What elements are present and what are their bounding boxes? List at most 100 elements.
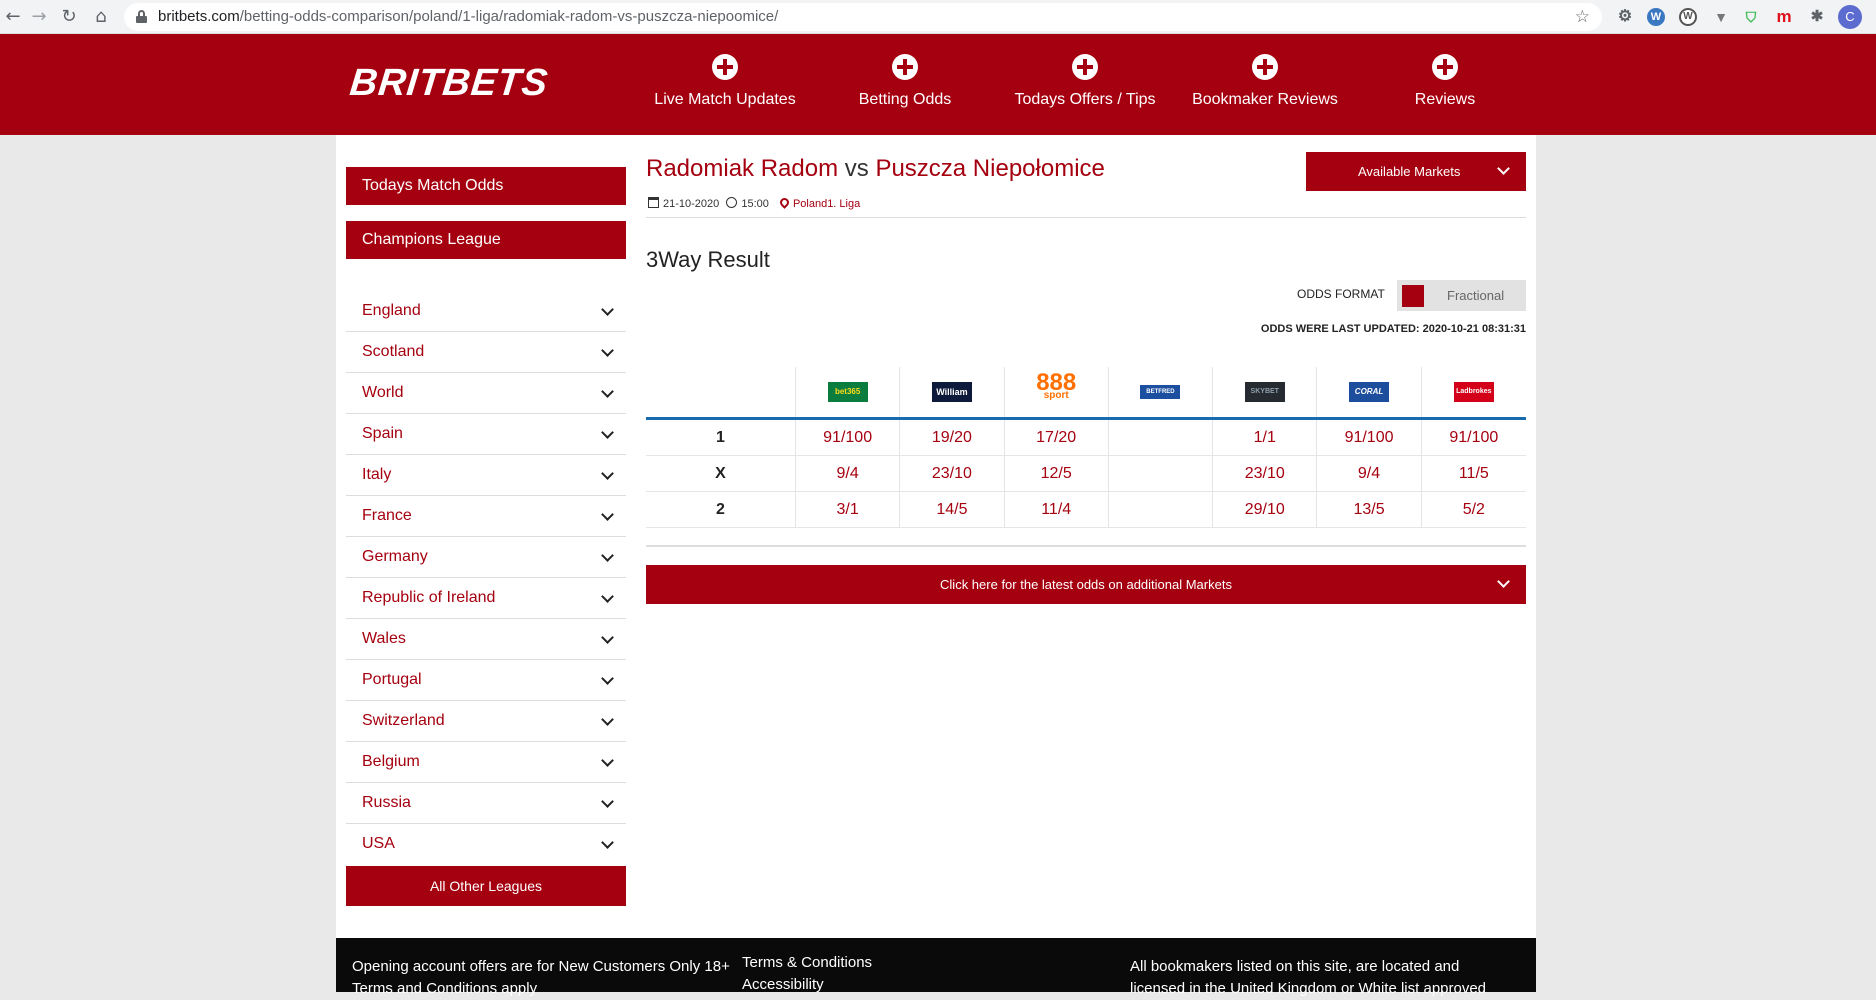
odds-cell[interactable]: 14/5 bbox=[900, 492, 1005, 527]
footer-text: licensed in the United Kingdom or White … bbox=[1130, 980, 1487, 997]
bookmaker-888sport[interactable]: 888 sport bbox=[1005, 367, 1109, 417]
odds-row: 1 91/100 19/20 17/20 1/1 91/100 91/100 bbox=[646, 420, 1526, 456]
additional-markets-button[interactable]: Click here for the latest odds on additi… bbox=[646, 565, 1526, 604]
away-team-link[interactable]: Puszcza Niepołomice bbox=[875, 155, 1104, 182]
odds-cell[interactable]: 19/20 bbox=[900, 420, 1005, 455]
nav-todays-offers[interactable]: Todays Offers / Tips bbox=[995, 54, 1175, 109]
nav-label: Bookmaker Reviews bbox=[1192, 91, 1338, 108]
plus-circle-icon bbox=[712, 54, 738, 80]
outcome-label: 2 bbox=[646, 492, 796, 527]
sidebar-item-england[interactable]: England bbox=[346, 291, 626, 332]
outcome-label: X bbox=[646, 456, 796, 491]
site-logo[interactable]: BRITBETS bbox=[348, 62, 550, 105]
home-icon[interactable]: ⌂ bbox=[88, 4, 114, 30]
odds-cell[interactable]: 13/5 bbox=[1317, 492, 1422, 527]
odds-cell[interactable] bbox=[1109, 420, 1214, 455]
chevron-down-icon bbox=[601, 426, 614, 439]
bookmaker-ladbrokes[interactable]: Ladbrokes bbox=[1422, 367, 1526, 417]
league-label: Russia bbox=[362, 794, 411, 811]
odds-format-toggle[interactable]: Fractional bbox=[1397, 280, 1526, 311]
odds-cell[interactable]: 91/100 bbox=[796, 420, 901, 455]
odds-cell[interactable]: 17/20 bbox=[1005, 420, 1109, 455]
chevron-down-icon bbox=[601, 672, 614, 685]
league-label: France bbox=[362, 507, 412, 524]
terms-link[interactable]: Terms & Conditions bbox=[742, 952, 872, 974]
league-label: Italy bbox=[362, 466, 392, 483]
odds-table: bet365 William HILL 888 sport BETFRED SKY… bbox=[646, 367, 1526, 528]
address-bar[interactable]: britbets.com/betting-odds-comparison/pol… bbox=[124, 3, 1602, 31]
odds-cell[interactable]: 23/10 bbox=[900, 456, 1005, 491]
sidebar-item-france[interactable]: France bbox=[346, 496, 626, 537]
sidebar-item-belgium[interactable]: Belgium bbox=[346, 742, 626, 783]
site-header: BRITBETS Live Match Updates Betting Odds… bbox=[0, 34, 1876, 135]
match-location[interactable]: Poland1. Liga bbox=[793, 198, 860, 210]
available-markets-dropdown[interactable]: Available Markets bbox=[1306, 152, 1526, 191]
odds-cell[interactable]: 9/4 bbox=[1317, 456, 1422, 491]
sidebar-item-usa[interactable]: USA bbox=[346, 824, 626, 865]
puzzle-icon[interactable]: ✱ bbox=[1806, 6, 1828, 28]
odds-format-label: ODDS FORMAT bbox=[1297, 287, 1385, 301]
bookmaker-bet365[interactable]: bet365 bbox=[796, 367, 901, 417]
profile-avatar[interactable]: C bbox=[1838, 5, 1862, 29]
nav-label: Reviews bbox=[1414, 91, 1476, 108]
nav-label: Todays Offers / Tips bbox=[1014, 91, 1156, 108]
reload-icon[interactable]: ↻ bbox=[56, 4, 82, 30]
todays-match-odds-button[interactable]: Todays Match Odds bbox=[346, 167, 626, 205]
bookmaker-coral[interactable]: CORAL bbox=[1317, 367, 1422, 417]
odds-cell[interactable] bbox=[1109, 456, 1214, 491]
odds-cell[interactable]: 29/10 bbox=[1213, 492, 1318, 527]
sidebar-item-republic-of-ireland[interactable]: Republic of Ireland bbox=[346, 578, 626, 619]
odds-cell[interactable] bbox=[1109, 492, 1214, 527]
sidebar-item-italy[interactable]: Italy bbox=[346, 455, 626, 496]
vuejs-icon[interactable]: ▼ bbox=[1710, 6, 1732, 28]
divider bbox=[646, 545, 1526, 547]
sidebar-item-world[interactable]: World bbox=[346, 373, 626, 414]
sidebar-item-wales[interactable]: Wales bbox=[346, 619, 626, 660]
odds-cell[interactable]: 91/100 bbox=[1317, 420, 1422, 455]
sidebar-item-switzerland[interactable]: Switzerland bbox=[346, 701, 626, 742]
back-icon[interactable]: ← bbox=[0, 4, 26, 30]
chevron-down-icon bbox=[1497, 162, 1510, 175]
odds-cell[interactable]: 1/1 bbox=[1213, 420, 1318, 455]
odds-cell[interactable]: 11/4 bbox=[1005, 492, 1109, 527]
league-label: England bbox=[362, 302, 421, 319]
sidebar-item-scotland[interactable]: Scotland bbox=[346, 332, 626, 373]
odds-cell[interactable]: 12/5 bbox=[1005, 456, 1109, 491]
bookmaker-william-hill[interactable]: William HILL bbox=[900, 367, 1005, 417]
odds-cell[interactable]: 23/10 bbox=[1213, 456, 1318, 491]
bookmark-star-icon[interactable]: ☆ bbox=[1575, 3, 1590, 31]
chevron-down-icon bbox=[601, 344, 614, 357]
nav-bookmaker-reviews[interactable]: Bookmaker Reviews bbox=[1175, 54, 1355, 109]
accessibility-link[interactable]: Accessibility bbox=[742, 974, 872, 996]
clock-icon bbox=[726, 197, 738, 208]
lock-icon bbox=[136, 10, 147, 23]
odds-format-value: Fractional bbox=[1447, 288, 1505, 303]
footer-disclaimer: Opening account offers are for New Custo… bbox=[352, 956, 730, 1000]
champions-league-button[interactable]: Champions League bbox=[346, 221, 626, 259]
wordpress-icon[interactable]: W bbox=[1679, 8, 1697, 26]
wordpress-icon[interactable]: W bbox=[1647, 8, 1665, 26]
nav-betting-odds[interactable]: Betting Odds bbox=[815, 54, 995, 109]
match-time: 15:00 bbox=[741, 198, 769, 210]
nav-live-match-updates[interactable]: Live Match Updates bbox=[635, 54, 815, 109]
odds-cell[interactable]: 91/100 bbox=[1422, 420, 1526, 455]
league-label: USA bbox=[362, 835, 395, 852]
m-icon[interactable]: m bbox=[1773, 6, 1795, 28]
sidebar-item-spain[interactable]: Spain bbox=[346, 414, 626, 455]
forward-icon[interactable]: → bbox=[26, 4, 52, 30]
sidebar-item-russia[interactable]: Russia bbox=[346, 783, 626, 824]
sidebar-item-portugal[interactable]: Portugal bbox=[346, 660, 626, 701]
bookmaker-skybet[interactable]: SKYBET bbox=[1213, 367, 1318, 417]
odds-cell[interactable]: 9/4 bbox=[796, 456, 901, 491]
home-team-link[interactable]: Radomiak Radom bbox=[646, 155, 838, 182]
nav-reviews[interactable]: Reviews bbox=[1355, 54, 1535, 109]
cart-icon[interactable]: ⛉ bbox=[1740, 6, 1762, 28]
page-content: Todays Match Odds Champions League Engla… bbox=[336, 135, 1536, 938]
odds-cell[interactable]: 11/5 bbox=[1422, 456, 1526, 491]
odds-cell[interactable]: 3/1 bbox=[796, 492, 901, 527]
gear-icon[interactable]: ⚙ bbox=[1614, 6, 1636, 28]
sidebar-item-germany[interactable]: Germany bbox=[346, 537, 626, 578]
odds-cell[interactable]: 5/2 bbox=[1422, 492, 1526, 527]
bookmaker-betfred[interactable]: BETFRED bbox=[1109, 367, 1214, 417]
all-other-leagues-button[interactable]: All Other Leagues bbox=[346, 866, 626, 906]
